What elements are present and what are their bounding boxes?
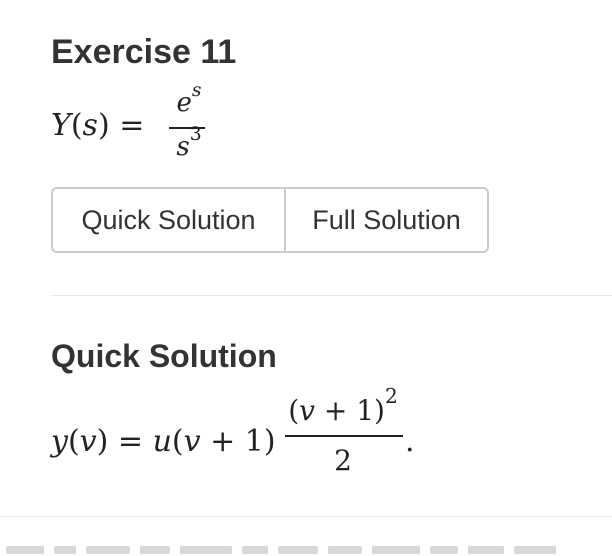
- variable-v: v: [79, 424, 97, 459]
- fraction-numerator: es: [169, 80, 209, 118]
- equation-lhs: Y(s) =: [51, 108, 144, 143]
- solution-equation: y(v) = u(v + 1) (v + 1)2 2 .: [51, 384, 431, 484]
- numerator-base: e: [176, 88, 192, 118]
- paren-open: (: [70, 108, 83, 143]
- quick-solution-button[interactable]: Quick Solution: [53, 189, 286, 251]
- step-argument-rest: + 1): [200, 424, 276, 459]
- denominator-base: s: [176, 132, 190, 162]
- exercise-title: Exercise 11: [51, 33, 237, 71]
- equals-sign: =: [119, 108, 145, 143]
- section-divider: [0, 516, 612, 517]
- full-solution-button[interactable]: Full Solution: [286, 189, 487, 251]
- paren-open: (: [288, 394, 300, 427]
- fraction-denominator: s3: [169, 124, 209, 162]
- numerator-exponent: 2: [384, 384, 398, 408]
- paren-open: (: [171, 424, 184, 459]
- solution-button-group: Quick Solution Full Solution: [51, 187, 489, 253]
- variable-v: v: [299, 394, 315, 427]
- numerator-rest: + 1): [314, 394, 385, 427]
- variable-s: s: [82, 108, 98, 143]
- fraction-bar: [285, 435, 403, 437]
- exercise-equation: Y(s) = es s3: [51, 80, 251, 178]
- paren-open: (: [67, 424, 80, 459]
- fraction-denominator: 2: [334, 444, 352, 477]
- function-symbol: y: [51, 424, 68, 459]
- paren-close: ): [97, 108, 110, 143]
- section-divider: [51, 295, 612, 296]
- solution-lhs: y(v) = u(v + 1): [51, 424, 276, 459]
- fraction-numerator: (v + 1)2: [283, 384, 403, 427]
- quick-solution-heading: Quick Solution: [51, 338, 277, 374]
- equals-sign: =: [117, 424, 144, 459]
- period: .: [405, 424, 415, 459]
- function-symbol: Y: [51, 108, 71, 143]
- step-function-symbol: u: [152, 424, 172, 459]
- cut-off-text-line: [0, 540, 612, 556]
- numerator-exponent: s: [191, 80, 202, 101]
- variable-v: v: [183, 424, 201, 459]
- denominator-exponent: 3: [189, 124, 202, 145]
- paren-close: ): [96, 424, 109, 459]
